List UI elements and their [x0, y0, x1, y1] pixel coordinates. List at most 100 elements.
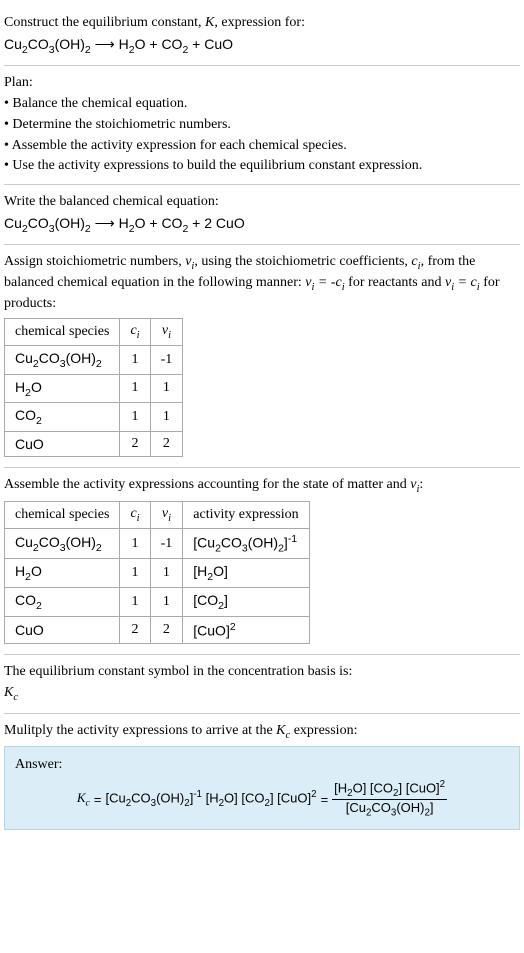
- prompt-tail: , expression for:: [214, 15, 305, 30]
- cell-ci: 1: [120, 403, 150, 432]
- cell-species: CuO: [5, 432, 120, 457]
- text: :: [419, 477, 423, 492]
- col-nui: νi: [150, 502, 183, 529]
- col-activity: activity expression: [183, 502, 309, 529]
- table-row: CuO 2 2: [5, 432, 183, 457]
- relation: νi = ci: [445, 275, 480, 290]
- plan-item: • Balance the chemical equation.: [4, 95, 520, 114]
- cell-activity: [H2O]: [183, 559, 309, 588]
- table-row: CuO 2 2 [CuO]2: [5, 617, 310, 644]
- text: for reactants and: [345, 275, 445, 290]
- prompt-K: K: [205, 15, 214, 30]
- col-species: chemical species: [5, 502, 120, 529]
- activity-section: Assemble the activity expressions accoun…: [4, 468, 520, 654]
- col-ci: ci: [120, 502, 150, 529]
- cell-species: CO2: [5, 403, 120, 432]
- table-row: CO2 1 1 [CO2]: [5, 588, 310, 617]
- cell-ci: 2: [120, 432, 150, 457]
- text: Assign stoichiometric numbers,: [4, 254, 185, 269]
- plan-item: • Assemble the activity expression for e…: [4, 137, 520, 156]
- K: K: [276, 723, 285, 738]
- table-row: Cu2CO3(OH)2 1 -1 [Cu2CO3(OH)2]-1: [5, 528, 310, 558]
- cell-nui: 1: [150, 559, 183, 588]
- kc-symbol: Kc: [4, 684, 520, 705]
- table-row: H2O 1 1: [5, 374, 183, 403]
- c-sub: c: [13, 691, 18, 702]
- kc-lhs: Kc: [77, 790, 90, 809]
- cell-ci: 1: [120, 528, 150, 558]
- cell-nui: 1: [150, 588, 183, 617]
- c-symbol: ci: [411, 254, 420, 269]
- prompt-line: Construct the equilibrium constant, K, e…: [4, 14, 520, 33]
- kc-inline: Kc: [276, 723, 290, 738]
- eq-lhs: Cu2CO3(OH)2: [4, 36, 91, 52]
- stoich-section: Assign stoichiometric numbers, νi, using…: [4, 245, 520, 468]
- K: K: [4, 685, 13, 700]
- cell-species: CuO: [5, 617, 120, 644]
- plan-item: • Determine the stoichiometric numbers.: [4, 116, 520, 135]
- kc-expression: Kc = [Cu2CO3(OH)2]-1 [H2O] [CO2] [CuO]2 …: [15, 779, 509, 819]
- activity-table: chemical species ci νi activity expressi…: [4, 501, 310, 644]
- cell-species: Cu2CO3(OH)2: [5, 528, 120, 558]
- cell-species: H2O: [5, 374, 120, 403]
- table-row: Cu2CO3(OH)2 1 -1: [5, 345, 183, 374]
- cell-nui: -1: [150, 528, 183, 558]
- equals2: =: [321, 792, 329, 807]
- text: , using the stoichiometric coefficients,: [194, 254, 411, 269]
- col-species: chemical species: [5, 319, 120, 346]
- plan-heading: Plan:: [4, 74, 520, 93]
- cell-nui: 2: [150, 432, 183, 457]
- answer-label: Answer:: [15, 757, 509, 773]
- cell-nui: 2: [150, 617, 183, 644]
- multiply-line: Mulitply the activity expressions to arr…: [4, 722, 520, 743]
- balanced-heading: Write the balanced chemical equation:: [4, 193, 520, 212]
- table-row: H2O 1 1 [H2O]: [5, 559, 310, 588]
- denominator: [Cu2CO3(OH)2]: [344, 800, 436, 819]
- answer-box: Answer: Kc = [Cu2CO3(OH)2]-1 [H2O] [CO2]…: [4, 746, 520, 830]
- unbalanced-equation: Cu2CO3(OH)2 ⟶ H2O + CO2 + CuO: [4, 35, 520, 57]
- table-header-row: chemical species ci νi: [5, 319, 183, 346]
- col-ci: ci: [120, 319, 150, 346]
- kc-symbol-line: The equilibrium constant symbol in the c…: [4, 663, 520, 682]
- numerator: [H2O] [CO2] [CuO]2: [332, 779, 447, 800]
- cell-nui: 1: [150, 374, 183, 403]
- plan-item: • Use the activity expressions to build …: [4, 157, 520, 176]
- table-header-row: chemical species ci νi activity expressi…: [5, 502, 310, 529]
- prompt-section: Construct the equilibrium constant, K, e…: [4, 6, 520, 66]
- equals: =: [94, 792, 102, 807]
- kc-symbol-section: The equilibrium constant symbol in the c…: [4, 655, 520, 714]
- relation: νi = -ci: [305, 275, 344, 290]
- cell-nui: -1: [150, 345, 183, 374]
- answer-section: Mulitply the activity expressions to arr…: [4, 714, 520, 836]
- text: Mulitply the activity expressions to arr…: [4, 723, 276, 738]
- fraction: [H2O] [CO2] [CuO]2 [Cu2CO3(OH)2]: [332, 779, 447, 819]
- plan-section: Plan: • Balance the chemical equation. •…: [4, 66, 520, 185]
- cell-ci: 1: [120, 559, 150, 588]
- nu-symbol: νi: [185, 254, 194, 269]
- balanced-equation: Cu2CO3(OH)2 ⟶ H2O + CO2 + 2 CuO: [4, 214, 520, 236]
- arrow-icon: ⟶: [95, 215, 115, 231]
- text: expression:: [290, 723, 357, 738]
- K: K: [77, 790, 86, 805]
- cell-ci: 2: [120, 617, 150, 644]
- cell-species: H2O: [5, 559, 120, 588]
- cell-nui: 1: [150, 403, 183, 432]
- cell-activity: [CuO]2: [183, 617, 309, 644]
- c-sub: c: [86, 798, 90, 809]
- cell-ci: 1: [120, 345, 150, 374]
- activity-intro: Assemble the activity expressions accoun…: [4, 476, 520, 497]
- eq-lhs: Cu2CO3(OH)2: [4, 215, 91, 231]
- stoich-table: chemical species ci νi Cu2CO3(OH)2 1 -1 …: [4, 318, 183, 457]
- stoich-intro: Assign stoichiometric numbers, νi, using…: [4, 253, 520, 314]
- cell-species: Cu2CO3(OH)2: [5, 345, 120, 374]
- cell-species: CO2: [5, 588, 120, 617]
- text: Assemble the activity expressions accoun…: [4, 477, 410, 492]
- prompt-lead: Construct the equilibrium constant,: [4, 15, 205, 30]
- eq-rhs: H2O + CO2 + 2 CuO: [119, 215, 245, 231]
- table-row: CO2 1 1: [5, 403, 183, 432]
- cell-ci: 1: [120, 374, 150, 403]
- arrow-icon: ⟶: [95, 36, 115, 52]
- term1: [Cu2CO3(OH)2]-1 [H2O] [CO2] [CuO]2: [105, 789, 316, 809]
- cell-activity: [Cu2CO3(OH)2]-1: [183, 528, 309, 558]
- cell-ci: 1: [120, 588, 150, 617]
